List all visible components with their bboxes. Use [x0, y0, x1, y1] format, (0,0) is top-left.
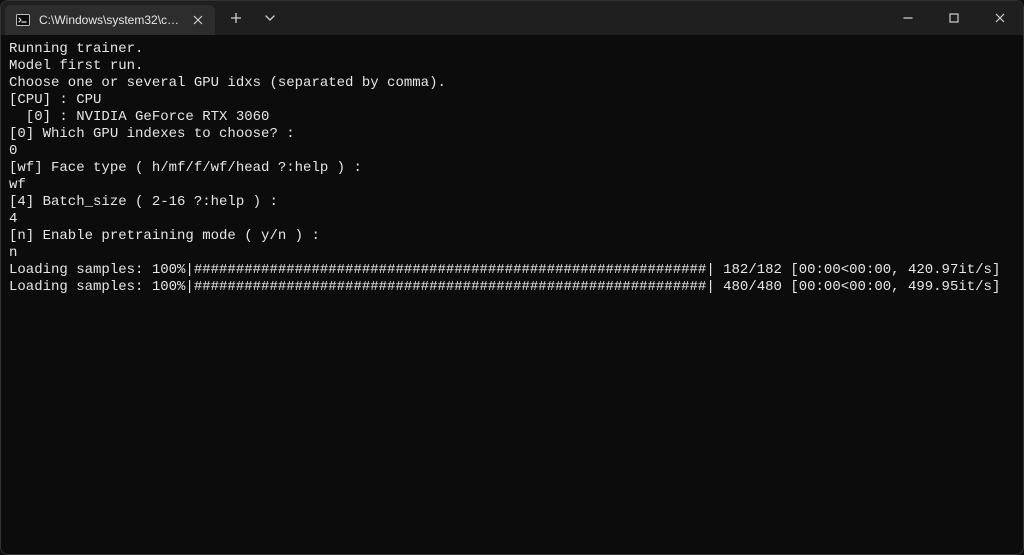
window-close-button[interactable]: [977, 1, 1023, 35]
terminal-line: Model first run.: [9, 58, 1015, 75]
maximize-icon: [948, 12, 960, 24]
terminal-line: 0: [9, 143, 1015, 160]
tab-title: C:\Windows\system32\cmd.exe: [39, 13, 181, 27]
tab-close-button[interactable]: [189, 11, 207, 29]
chevron-down-icon: [264, 12, 276, 24]
tab-active[interactable]: C:\Windows\system32\cmd.exe: [5, 5, 215, 35]
titlebar-drag-region[interactable]: [287, 1, 885, 35]
terminal-line: wf: [9, 177, 1015, 194]
terminal-line: Running trainer.: [9, 41, 1015, 58]
terminal-line: [0] : NVIDIA GeForce RTX 3060: [9, 109, 1015, 126]
terminal-output[interactable]: Running trainer.Model first run.Choose o…: [1, 35, 1023, 554]
terminal-line: 4: [9, 211, 1015, 228]
close-icon: [193, 15, 203, 25]
tab-actions: [215, 1, 287, 35]
cmd-icon: [15, 12, 31, 28]
minimize-button[interactable]: [885, 1, 931, 35]
new-tab-button[interactable]: [219, 3, 253, 33]
terminal-line: [CPU] : CPU: [9, 92, 1015, 109]
terminal-line: Loading samples: 100%|##################…: [9, 262, 1015, 279]
maximize-button[interactable]: [931, 1, 977, 35]
tab-dropdown-button[interactable]: [253, 3, 287, 33]
terminal-line: Loading samples: 100%|##################…: [9, 279, 1015, 296]
close-icon: [994, 12, 1006, 24]
terminal-line: [4] Batch_size ( 2-16 ?:help ) :: [9, 194, 1015, 211]
title-bar[interactable]: C:\Windows\system32\cmd.exe: [1, 1, 1023, 35]
terminal-line: [n] Enable pretraining mode ( y/n ) :: [9, 228, 1015, 245]
terminal-line: n: [9, 245, 1015, 262]
plus-icon: [230, 12, 242, 24]
minimize-icon: [902, 12, 914, 24]
terminal-line: Choose one or several GPU idxs (separate…: [9, 75, 1015, 92]
terminal-line: [0] Which GPU indexes to choose? :: [9, 126, 1015, 143]
window-controls: [885, 1, 1023, 35]
terminal-window: C:\Windows\system32\cmd.exe: [0, 0, 1024, 555]
terminal-line: [wf] Face type ( h/mf/f/wf/head ?:help )…: [9, 160, 1015, 177]
